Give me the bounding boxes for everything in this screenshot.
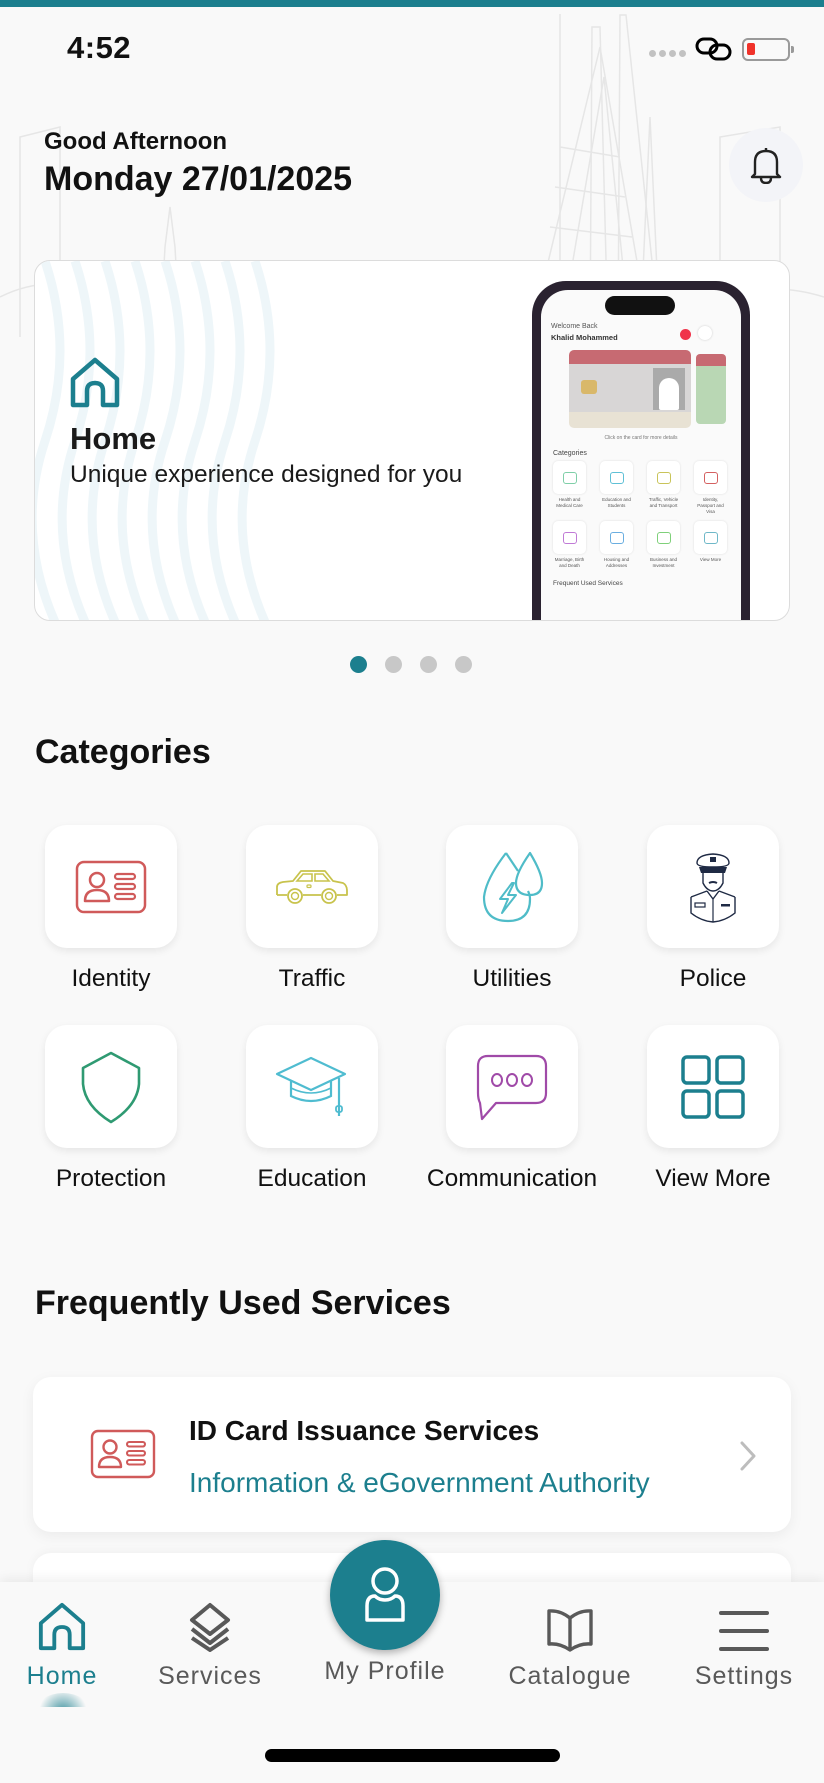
- phone-category: Traffic, Vehicle and Transport: [647, 461, 680, 515]
- phone-category: Education and Students: [600, 461, 633, 515]
- nav-label-my-profile[interactable]: My Profile: [285, 1657, 485, 1686]
- chevron-right-icon: [740, 1441, 756, 1471]
- layers-icon: [190, 1603, 230, 1652]
- link-icon: [695, 37, 732, 61]
- status-icons: [649, 36, 794, 62]
- phone-bell-icon: [698, 326, 712, 340]
- chat-bubble-icon: [476, 1054, 548, 1120]
- phone-welcome: Welcome Back: [551, 323, 598, 330]
- pagination-dot-2[interactable]: [385, 656, 402, 673]
- categories-title: Categories: [35, 733, 211, 771]
- phone-id-card-image: [569, 350, 691, 428]
- pagination-dot-1[interactable]: [350, 656, 367, 673]
- greeting-text: Good Afternoon: [44, 128, 228, 155]
- phone-categories-title: Categories: [553, 450, 587, 457]
- phone-screen: Welcome Back Khalid Mohammed Click on th…: [541, 290, 741, 620]
- pagination-dot-3[interactable]: [420, 656, 437, 673]
- banner-title: Home: [70, 421, 157, 456]
- nav-label: Home: [26, 1662, 98, 1690]
- category-traffic[interactable]: Traffic: [246, 825, 378, 996]
- phone-mockup: Welcome Back Khalid Mohammed Click on th…: [532, 281, 750, 620]
- category-label: Identity: [71, 965, 151, 992]
- category-education[interactable]: Education: [246, 1025, 378, 1196]
- phone-category-icon: [609, 471, 624, 484]
- category-label: Utilities: [472, 965, 552, 992]
- phone-category: Housing and Addresses: [600, 521, 633, 575]
- notifications-button[interactable]: [729, 128, 803, 202]
- nav-services[interactable]: Services: [135, 1602, 285, 1691]
- id-card-icon: [90, 1429, 156, 1479]
- phone-categories-grid: Health and Medical Care Education and St…: [553, 461, 729, 575]
- category-label: Police: [679, 965, 747, 992]
- phone-category-icon: [703, 471, 718, 484]
- home-icon: [70, 357, 120, 408]
- category-label: Protection: [55, 1165, 167, 1192]
- category-communication[interactable]: Communication: [427, 1025, 597, 1196]
- nav-home[interactable]: Home: [0, 1602, 137, 1691]
- frequent-services-title: Frequently Used Services: [35, 1284, 451, 1322]
- id-card-icon: [75, 860, 147, 913]
- top-accent-bar: [0, 0, 824, 7]
- category-label: View More: [655, 1165, 771, 1192]
- menu-icon: [719, 1611, 769, 1651]
- banner-pagination: [350, 656, 472, 673]
- category-view-more[interactable]: View More: [647, 1025, 779, 1196]
- user-icon: [365, 1567, 405, 1622]
- graduation-cap-icon: [275, 1056, 347, 1116]
- dynamic-island: [605, 296, 675, 315]
- home-icon: [38, 1602, 86, 1651]
- phone-category: Marriage, Birth and Death: [553, 521, 586, 575]
- category-protection[interactable]: Protection: [45, 1025, 177, 1196]
- phone-category: View More: [694, 521, 727, 575]
- phone-category-icon: [609, 531, 624, 544]
- phone-category-icon: [562, 471, 577, 484]
- phone-user-name: Khalid Mohammed: [551, 333, 618, 342]
- phone-badge-icon: [680, 329, 691, 340]
- promo-banner[interactable]: Home Unique experience designed for you …: [34, 260, 790, 621]
- category-identity[interactable]: Identity: [45, 825, 177, 996]
- nav-label: Settings: [694, 1662, 794, 1690]
- phone-category: Health and Medical Care: [553, 461, 586, 515]
- nav-label: Services: [158, 1662, 262, 1690]
- category-utilities[interactable]: Utilities: [446, 825, 578, 996]
- active-tab-indicator: [35, 1693, 91, 1707]
- battery-low-icon: [742, 37, 794, 61]
- home-indicator[interactable]: [265, 1749, 560, 1762]
- pagination-dot-4[interactable]: [455, 656, 472, 673]
- status-time: 4:52: [67, 30, 132, 65]
- signal-dots-icon: [649, 49, 686, 57]
- water-electricity-icon: [482, 851, 544, 922]
- grid-icon: [681, 1054, 745, 1119]
- phone-category-icon: [703, 531, 718, 544]
- date-text: Monday 27/01/2025: [44, 160, 353, 198]
- category-police[interactable]: Police: [647, 825, 779, 996]
- shield-icon: [81, 1051, 141, 1123]
- phone-category: Business and Investment: [647, 521, 680, 575]
- book-icon: [547, 1609, 593, 1652]
- phone-frequent-title: Frequent Used Services: [553, 580, 623, 587]
- phone-id-card-image-2: [696, 354, 726, 424]
- police-officer-icon: [690, 852, 736, 923]
- service-card-id-issuance[interactable]: ID Card Issuance Services Information & …: [33, 1377, 791, 1532]
- phone-category: Identity, Passport and Visa: [694, 461, 727, 515]
- phone-category-icon: [562, 531, 577, 544]
- nav-label: Catalogue: [508, 1662, 632, 1690]
- category-label: Education: [257, 1165, 367, 1192]
- nav-catalogue[interactable]: Catalogue: [495, 1602, 645, 1691]
- category-label: Traffic: [278, 965, 346, 992]
- phone-category-icon: [656, 531, 671, 544]
- phone-category-icon: [656, 471, 671, 484]
- phone-card-hint: Click on the card for more details: [604, 435, 678, 441]
- car-icon: [276, 869, 348, 904]
- service-organization: Information & eGovernment Authority: [189, 1467, 650, 1498]
- banner-subtitle: Unique experience designed for you: [70, 461, 463, 488]
- nav-settings[interactable]: Settings: [669, 1602, 819, 1691]
- category-label: Communication: [426, 1165, 598, 1192]
- service-title: ID Card Issuance Services: [189, 1415, 540, 1446]
- nav-my-profile-button[interactable]: [330, 1540, 440, 1650]
- bell-icon: [750, 148, 782, 184]
